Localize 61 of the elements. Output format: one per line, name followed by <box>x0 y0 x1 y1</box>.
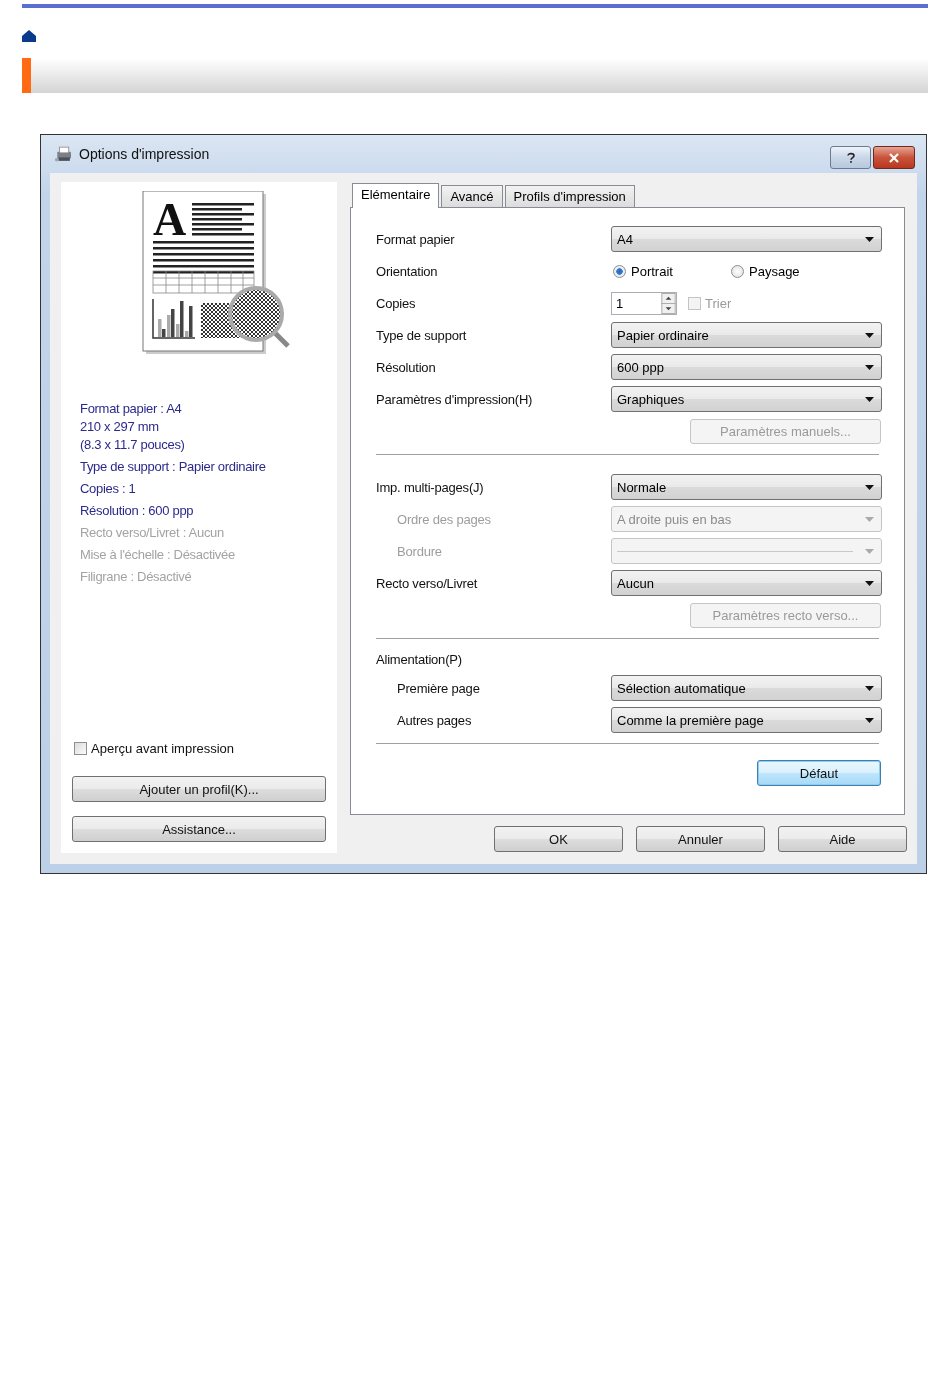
dropdown[interactable]: Aucun <box>611 570 882 596</box>
tab[interactable]: Profils d'impression <box>504 185 635 207</box>
home-icon[interactable] <box>22 30 36 42</box>
summary-text: Recto verso/Livret : Aucun <box>80 524 225 542</box>
dialog-button[interactable]: OK <box>494 826 623 852</box>
field-label: Orientation <box>376 263 439 279</box>
field-label: Paramètres d'impression(H) <box>376 391 534 407</box>
tab[interactable]: Avancé <box>441 185 503 207</box>
spin-buttons[interactable] <box>661 292 676 314</box>
close-icon <box>888 151 900 164</box>
window-title: Options d'impression <box>79 146 210 162</box>
side-button[interactable]: Assistance... <box>72 816 326 842</box>
field-label: Résolution <box>376 359 437 375</box>
radio-button[interactable]: Portrait <box>613 263 731 279</box>
field-label: Autres pages <box>396 712 473 728</box>
field-label: Copies <box>376 295 417 311</box>
help-icon <box>844 151 857 164</box>
dropdown[interactable]: 600 ppp <box>611 354 882 380</box>
summary-text: Filigrane : Désactivé <box>80 568 193 586</box>
summary-text: (8.3 x 11.7 pouces) <box>80 436 186 454</box>
dropdown-arrow-icon <box>865 548 874 554</box>
default-button[interactable]: Défaut <box>757 760 881 786</box>
dropdown-arrow-icon <box>865 236 874 242</box>
field-label: Imp. multi-pages(J) <box>376 479 485 495</box>
field-label: Recto verso/Livret <box>376 575 479 591</box>
summary-text: Mise à l'échelle : Désactivée <box>80 546 236 564</box>
summary-text: Type de support : Papier ordinaire <box>80 458 267 476</box>
dropdown-arrow-icon <box>865 364 874 370</box>
radio-button[interactable]: Paysage <box>731 263 849 279</box>
dropdown-arrow-icon <box>865 332 874 338</box>
dropdown-arrow-icon <box>865 396 874 402</box>
side-button[interactable]: Ajouter un profil(K)... <box>72 776 326 802</box>
dropdown[interactable]: A4 <box>611 226 882 252</box>
dialog-button[interactable]: Aide <box>778 826 907 852</box>
field-label: Ordre des pages <box>396 511 492 527</box>
dropdown[interactable]: Papier ordinaire <box>611 322 882 348</box>
dialog-button[interactable]: Annuler <box>636 826 765 852</box>
dropdown-arrow-icon <box>865 516 874 522</box>
dropdown-arrow-icon <box>865 685 874 691</box>
checkbox[interactable]: Aperçu avant impression <box>74 741 326 756</box>
field-label: Bordure <box>396 543 443 559</box>
printer-icon <box>53 146 73 162</box>
dropdown[interactable]: Graphiques <box>611 386 882 412</box>
dropdown-arrow-icon <box>865 580 874 586</box>
summary-text: Format papier : A4 <box>80 400 183 418</box>
help-button[interactable] <box>830 146 871 169</box>
close-button[interactable] <box>873 146 915 169</box>
field-label: Alimentation(P) <box>376 651 463 667</box>
dropdown[interactable]: Sélection automatique <box>611 675 882 701</box>
dropdown[interactable]: Normale <box>611 474 882 500</box>
dropdown[interactable]: Comme la première page <box>611 707 882 733</box>
tab[interactable]: Elémentaire <box>352 183 440 208</box>
summary-text: 210 x 297 mm <box>80 418 160 436</box>
summary-text: Copies : 1 <box>80 480 137 498</box>
summary-text: Résolution : 600 ppp <box>80 502 195 520</box>
number-field[interactable]: 1 <box>611 291 677 315</box>
field-label: Type de support <box>376 327 468 343</box>
dropdown-arrow-icon <box>865 717 874 723</box>
field-label: Première page <box>396 680 481 696</box>
dropdown-arrow-icon <box>865 484 874 490</box>
field-label: Format papier <box>376 231 456 247</box>
